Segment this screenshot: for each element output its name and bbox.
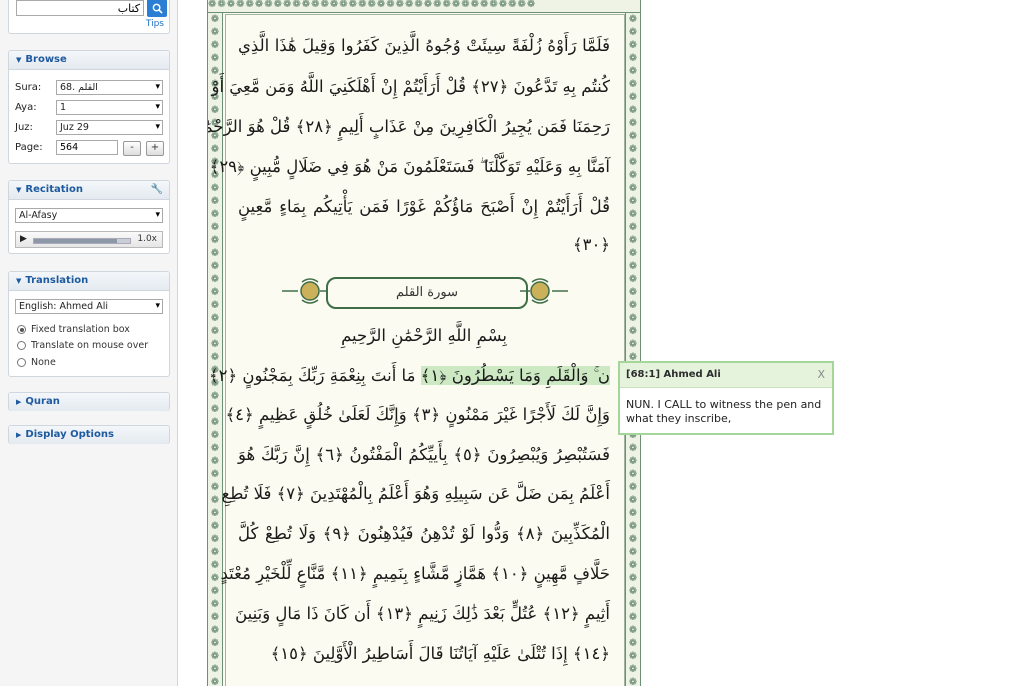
juz-select[interactable]: Juz 29 ▾ [56, 120, 163, 135]
verse-line[interactable]: فَلَمَّا رَأَوْهُ زُلْفَةً سِيئَتْ وُجُو… [238, 36, 610, 66]
quran-header[interactable]: ▶ Quran [9, 393, 169, 411]
ornamental-border-top: ❁❁❁❁❁❁❁❁❁❁❁❁❁❁❁❁❁❁❁❁❁❁❁❁❁❁❁❁❁❁❁❁❁❁❁ [208, 0, 640, 13]
surah-title-banner: سورة القلم [280, 272, 570, 316]
verse-line[interactable]: أَعْلَمُ بِمَن ضَلَّ عَن سَبِيلِهِ وَهُو… [221, 484, 610, 514]
translation-select[interactable]: English: Ahmed Ali ▾ [15, 299, 163, 314]
verse-line[interactable]: ﴿٣٠﴾ [238, 235, 610, 265]
display-options-panel: ▶ Display Options [8, 425, 170, 444]
ornament-pattern: ❁ ❁ ❁ ❁ ❁ ❁ ❁ ❁ ❁ ❁ ❁ ❁ ❁ ❁ ❁ ❁ ❁ ❁ ❁ ❁ … [210, 1, 220, 686]
display-options-header[interactable]: ▶ Display Options [9, 426, 169, 444]
search-icon [152, 3, 163, 14]
browse-title: Browse [25, 54, 67, 65]
radio-dot [17, 341, 26, 350]
verse-line[interactable]: ﴿١٤﴾ إِذَا تُتْلَىٰ عَلَيْهِ آيَاتُنَا ق… [238, 644, 610, 674]
aya-value: 1 [60, 102, 67, 113]
display-options-title: Display Options [25, 429, 114, 440]
chevron-down-icon: ▾ [155, 122, 160, 132]
tooltip-body: NUN. I CALL to witness the pen and what … [626, 398, 822, 425]
verse-line[interactable]: الْمُكَذِّبِينَ ﴿٨﴾ وَدُّوا لَوْ تُدْهِن… [238, 524, 610, 554]
translation-panel: ▼ Translation English: Ahmed Ali ▾ Fixed t… [8, 271, 170, 377]
tooltip-title: [68:1] Ahmed Ali [626, 369, 721, 380]
chevron-down-icon: ▾ [155, 82, 160, 92]
juz-value: Juz 29 [60, 122, 89, 133]
speed-label[interactable]: 1.0x [137, 234, 157, 244]
search-panel: Tips [8, 0, 170, 34]
chevron-down-icon: ▾ [155, 301, 160, 311]
radio-mouse-over[interactable]: Translate on mouse over [17, 340, 148, 351]
aya-label: Aya: [15, 102, 37, 113]
page-input[interactable]: 564 [56, 140, 118, 155]
reciter-select[interactable]: Al-Afasy ▾ [15, 208, 163, 223]
verse-line[interactable]: حَلَّافٍ مَّهِينٍ ﴿١٠﴾ هَمَّازٍ مَّشَّاء… [221, 564, 611, 594]
translation-header[interactable]: ▼ Translation [9, 272, 169, 291]
collapse-triangle-icon: ▼ [16, 277, 22, 285]
recitation-panel: ▼ Recitation 🔧 Al-Afasy ▾ ▶ 1.0x [8, 180, 170, 254]
page-label: Page: [15, 142, 43, 153]
browse-header[interactable]: ▼ Browse [9, 51, 169, 70]
verse-line[interactable]: رَحِمَنَا فَمَن يُجِيرُ الْكَافِرِينَ مِ… [208, 117, 610, 147]
ornament-pattern: ❁❁❁❁❁❁❁❁❁❁❁❁❁❁❁❁❁❁❁❁❁❁❁❁❁❁❁❁❁❁❁❁❁❁❁ [208, 0, 537, 10]
tooltip-header: [68:1] Ahmed Ali X [620, 363, 832, 388]
radio-dot [17, 325, 26, 334]
chevron-down-icon: ▾ [155, 102, 160, 112]
basmala: بِسْمِ اللَّهِ الرَّحْمَٰنِ الرَّحِيمِ [341, 326, 507, 345]
floral-ornament-icon [282, 278, 330, 304]
verse-line[interactable]: فَسَتُبْصِرُ وَيُبْصِرُونَ ﴿٥﴾ بِأَييِّك… [238, 445, 610, 475]
page-value: 564 [60, 142, 79, 153]
search-button[interactable] [147, 0, 167, 17]
verse-line-ayah-1[interactable]: ن ۚ وَالْقَلَمِ وَمَا يَسْطُرُونَ ﴿١﴾ مَ… [209, 366, 610, 396]
juz-label: Juz: [15, 122, 33, 133]
page-next-button[interactable]: + [146, 141, 164, 156]
wrench-icon[interactable]: 🔧 [151, 181, 163, 199]
chevron-down-icon: ▾ [155, 210, 160, 220]
radio-dot [17, 358, 26, 367]
translation-value: English: Ahmed Ali [19, 301, 108, 312]
expand-triangle-icon: ▶ [16, 398, 22, 406]
radio-fixed-box[interactable]: Fixed translation box [17, 324, 130, 335]
close-icon[interactable]: X [817, 363, 825, 387]
ornamental-border-left: ❁ ❁ ❁ ❁ ❁ ❁ ❁ ❁ ❁ ❁ ❁ ❁ ❁ ❁ ❁ ❁ ❁ ❁ ❁ ❁ … [208, 0, 223, 686]
tips-link[interactable]: Tips [146, 19, 164, 29]
floral-ornament-icon [520, 278, 568, 304]
sura-label: Sura: [15, 82, 42, 93]
verse-line[interactable]: أَثِيمٍ ﴿١٢﴾ عُتُلٍّ بَعْدَ ذَٰلِكَ زَنِ… [235, 604, 610, 634]
surah-name: سورة القلم [326, 277, 528, 309]
verse-line[interactable]: آمَنَّا بِهِ وَعَلَيْهِ تَوَكَّلْنَا ۖ ف… [210, 157, 610, 187]
quran-title: Quran [25, 396, 60, 407]
highlighted-ayah[interactable]: ن ۚ وَالْقَلَمِ وَمَا يَسْطُرُونَ ﴿١﴾ [420, 366, 610, 385]
page-prev-button[interactable]: - [123, 141, 141, 156]
radio-label: Fixed translation box [31, 324, 130, 335]
radio-none[interactable]: None [17, 357, 56, 368]
ornament-pattern: ❁ ❁ ❁ ❁ ❁ ❁ ❁ ❁ ❁ ❁ ❁ ❁ ❁ ❁ ❁ ❁ ❁ ❁ ❁ ❁ … [628, 1, 638, 686]
sura-select[interactable]: 68. القلم ▾ [56, 80, 163, 95]
verse-line[interactable]: قُلْ أَرَأَيْتُمْ إِنْ أَصْبَحَ مَاؤُكُم… [238, 197, 610, 227]
translation-title: Translation [25, 275, 89, 286]
quran-panel: ▶ Quran [8, 392, 170, 411]
audio-player: ▶ 1.0x [15, 231, 163, 248]
aya-select[interactable]: 1 ▾ [56, 100, 163, 115]
collapse-triangle-icon: ▼ [16, 56, 22, 64]
verse-line[interactable]: كُنتُم بِهِ تَدَّعُونَ ﴿٢٧﴾ قُلْ أَرَأَي… [212, 77, 611, 107]
recitation-title: Recitation [25, 184, 83, 195]
ornamental-border-right: ❁ ❁ ❁ ❁ ❁ ❁ ❁ ❁ ❁ ❁ ❁ ❁ ❁ ❁ ❁ ❁ ❁ ❁ ❁ ❁ … [625, 0, 640, 686]
radio-label: None [31, 357, 56, 368]
search-input[interactable] [16, 0, 144, 16]
expand-triangle-icon: ▶ [16, 431, 22, 439]
progress-track[interactable] [33, 238, 131, 244]
progress-fill [34, 239, 117, 243]
browse-panel: ▼ Browse Sura: 68. القلم ▾ Aya: 1 ▾ Juz: Ju… [8, 50, 170, 164]
verse-line[interactable]: وَإِنَّ لَكَ لَأَجْرًا غَيْرَ مَمْنُونٍ … [225, 405, 610, 435]
play-icon[interactable]: ▶ [20, 234, 27, 244]
radio-label: Translate on mouse over [31, 340, 149, 351]
quran-page: ❁ ❁ ❁ ❁ ❁ ❁ ❁ ❁ ❁ ❁ ❁ ❁ ❁ ❁ ❁ ❁ ❁ ❁ ❁ ❁ … [207, 0, 641, 686]
collapse-triangle-icon: ▼ [16, 186, 22, 194]
sura-value: 68. القلم [60, 82, 98, 93]
recitation-header[interactable]: ▼ Recitation 🔧 [9, 181, 169, 200]
reciter-value: Al-Afasy [19, 210, 58, 221]
sidebar: Tips ▼Browse Sura: 68. القلم▾ Aya: 1▾ Ju… [0, 0, 178, 686]
translation-tooltip: [68:1] Ahmed Ali X NUN. I CALL to witnes… [618, 361, 834, 435]
verse-text[interactable]: مَا أَنتَ بِنِعْمَةِ رَبِّكَ بِمَجْنُونٍ… [209, 366, 421, 385]
